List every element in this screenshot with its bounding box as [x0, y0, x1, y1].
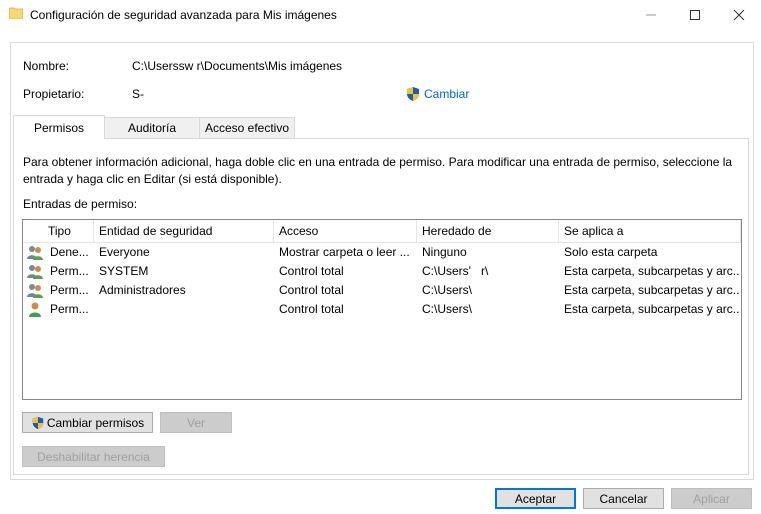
column-header-icon — [23, 220, 45, 242]
cell-type: Perm... — [50, 264, 89, 278]
minimize-icon — [646, 14, 656, 16]
table-row[interactable]: Perm... Control total C:\Users\ Esta car… — [23, 300, 741, 319]
cell-access: Control total — [279, 264, 344, 278]
cell-type: Perm... — [50, 283, 89, 297]
owner-label: Propietario: — [23, 87, 85, 101]
change-permissions-label: Cambiar permisos — [46, 415, 145, 430]
cell-principal: SYSTEM — [99, 264, 149, 278]
change-owner-link[interactable]: Cambiar — [405, 86, 469, 102]
tab-label: Acceso efectivo — [204, 121, 290, 135]
tab-acceso-efectivo[interactable]: Acceso efectivo — [199, 117, 295, 138]
cell-access: Mostrar carpeta o leer ... — [279, 245, 410, 259]
minimize-button[interactable] — [629, 0, 673, 30]
cell-access: Control total — [279, 302, 344, 316]
column-header-inherited[interactable]: Heredado de — [417, 220, 559, 242]
cell-type: Perm... — [50, 302, 89, 316]
cell-applies: Esta carpeta, subcarpetas y arc... — [564, 302, 740, 316]
name-value: C:\Userssw r\Documents\Mis imágenes — [132, 59, 343, 73]
column-header-type[interactable]: Tipo — [43, 220, 94, 242]
window-title: Configuración de seguridad avanzada para… — [30, 8, 337, 22]
cell-type: Dene... — [50, 245, 89, 259]
cancel-button-label: Cancelar — [599, 491, 648, 506]
tab-label: Permisos — [33, 120, 84, 135]
column-header-access[interactable]: Acceso — [274, 220, 417, 242]
title-bar: Configuración de seguridad avanzada para… — [0, 0, 761, 30]
table-row[interactable]: Perm... SYSTEM Control total C:\Users' r… — [23, 262, 741, 281]
maximize-icon — [690, 10, 700, 20]
permissions-info-text: Para obtener información adicional, haga… — [23, 155, 733, 186]
cell-inherited: C:\Users\ — [422, 283, 473, 297]
single-user-icon — [29, 302, 41, 317]
group-users-icon — [27, 246, 43, 260]
cell-access: Control total — [279, 283, 344, 297]
close-icon — [733, 9, 745, 21]
cell-applies: Esta carpeta, subcarpetas y arc... — [564, 264, 740, 278]
table-row[interactable]: Perm... Administradores Control total C:… — [23, 281, 741, 300]
column-header-principal[interactable]: Entidad de seguridad — [94, 220, 274, 242]
apply-button-label: Aplicar — [693, 491, 730, 506]
uac-shield-icon — [407, 87, 419, 101]
tab-label: Auditoría — [127, 121, 177, 135]
accept-button[interactable]: Aceptar — [495, 488, 576, 509]
column-header-applies[interactable]: Se aplica a — [559, 220, 741, 242]
table-row[interactable]: Dene... Everyone Mostrar carpeta o leer … — [23, 243, 741, 262]
cell-inherited: C:\Users\ — [422, 302, 473, 316]
group-users-icon — [27, 284, 43, 298]
cell-principal — [99, 300, 269, 319]
change-permissions-button[interactable]: Cambiar permisos — [22, 412, 153, 433]
cell-principal: Administradores — [99, 283, 186, 297]
uac-shield-icon — [32, 416, 44, 429]
cell-applies: Solo esta carpeta — [564, 245, 658, 259]
permission-entries-list[interactable]: Tipo Entidad de seguridad Acceso Heredad… — [22, 219, 742, 400]
cell-principal: Everyone — [99, 245, 150, 259]
view-button-label: Ver — [186, 415, 205, 430]
owner-value: S- — [132, 87, 144, 101]
folder-icon — [9, 7, 23, 19]
accept-button-label: Aceptar — [514, 491, 557, 506]
disable-inheritance-button[interactable]: Deshabilitar herencia — [22, 446, 165, 467]
change-owner-label: Cambiar — [424, 87, 470, 101]
list-header: Tipo Entidad de seguridad Acceso Heredad… — [23, 220, 741, 243]
cell-inherited: Ninguno — [422, 245, 467, 259]
permission-entries-label: Entradas de permiso: — [23, 197, 138, 211]
disable-inheritance-label: Deshabilitar herencia — [37, 449, 150, 464]
close-button[interactable] — [717, 0, 761, 30]
apply-button[interactable]: Aplicar — [671, 488, 752, 509]
name-label: Nombre: — [23, 59, 70, 73]
view-button[interactable]: Ver — [160, 412, 232, 433]
tab-permisos[interactable]: Permisos — [13, 115, 105, 139]
cell-inherited: C:\Users' r\ — [422, 264, 489, 278]
cell-applies: Esta carpeta, subcarpetas y arc... — [564, 283, 740, 297]
tab-auditoria[interactable]: Auditoría — [104, 117, 200, 138]
cancel-button[interactable]: Cancelar — [583, 488, 664, 509]
maximize-button[interactable] — [673, 0, 717, 30]
group-users-icon — [27, 265, 43, 279]
